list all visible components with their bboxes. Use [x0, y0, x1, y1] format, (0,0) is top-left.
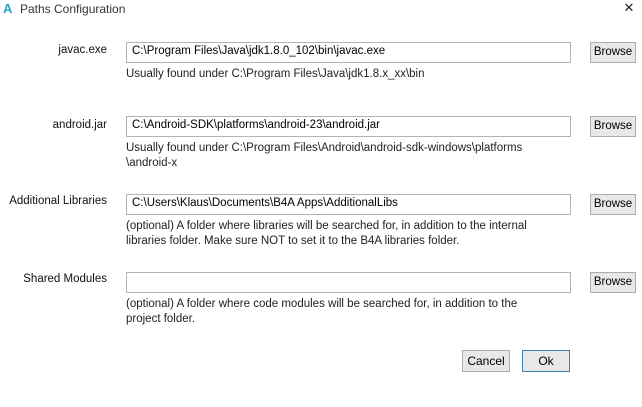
window-title: Paths Configuration: [20, 2, 126, 16]
additional-libraries-path-input[interactable]: C:\Users\Klaus\Documents\B4A Apps\Additi…: [126, 194, 571, 215]
javac-label: javac.exe: [58, 44, 107, 56]
android-jar-hint: Usually found under C:\Program Files\And…: [126, 142, 523, 169]
additional-libraries-label: Additional Libraries: [9, 195, 107, 207]
shared-modules-hint: (optional) A folder where code modules w…: [126, 298, 518, 325]
shared-modules-browse-button[interactable]: Browse: [590, 272, 636, 293]
ok-button[interactable]: Ok: [522, 350, 570, 372]
android-jar-browse-button[interactable]: Browse: [590, 116, 636, 137]
shared-modules-path-input[interactable]: [126, 272, 571, 293]
additional-libraries-hint: (optional) A folder where libraries will…: [126, 220, 527, 247]
close-icon[interactable]: ✕: [621, 0, 637, 16]
android-jar-path-input[interactable]: C:\Android-SDK\platforms\android-23\andr…: [126, 116, 571, 137]
javac-hint: Usually found under C:\Program Files\Jav…: [126, 68, 425, 80]
javac-browse-button[interactable]: Browse: [590, 42, 636, 63]
android-jar-label: android.jar: [52, 119, 107, 131]
cancel-button[interactable]: Cancel: [462, 350, 510, 372]
b4a-app-icon: A: [3, 1, 13, 16]
shared-modules-label: Shared Modules: [23, 273, 107, 285]
title-bar: A Paths Configuration ✕: [0, 0, 642, 18]
additional-libraries-browse-button[interactable]: Browse: [590, 194, 636, 215]
javac-path-input[interactable]: C:\Program Files\Java\jdk1.8.0_102\bin\j…: [126, 42, 571, 63]
